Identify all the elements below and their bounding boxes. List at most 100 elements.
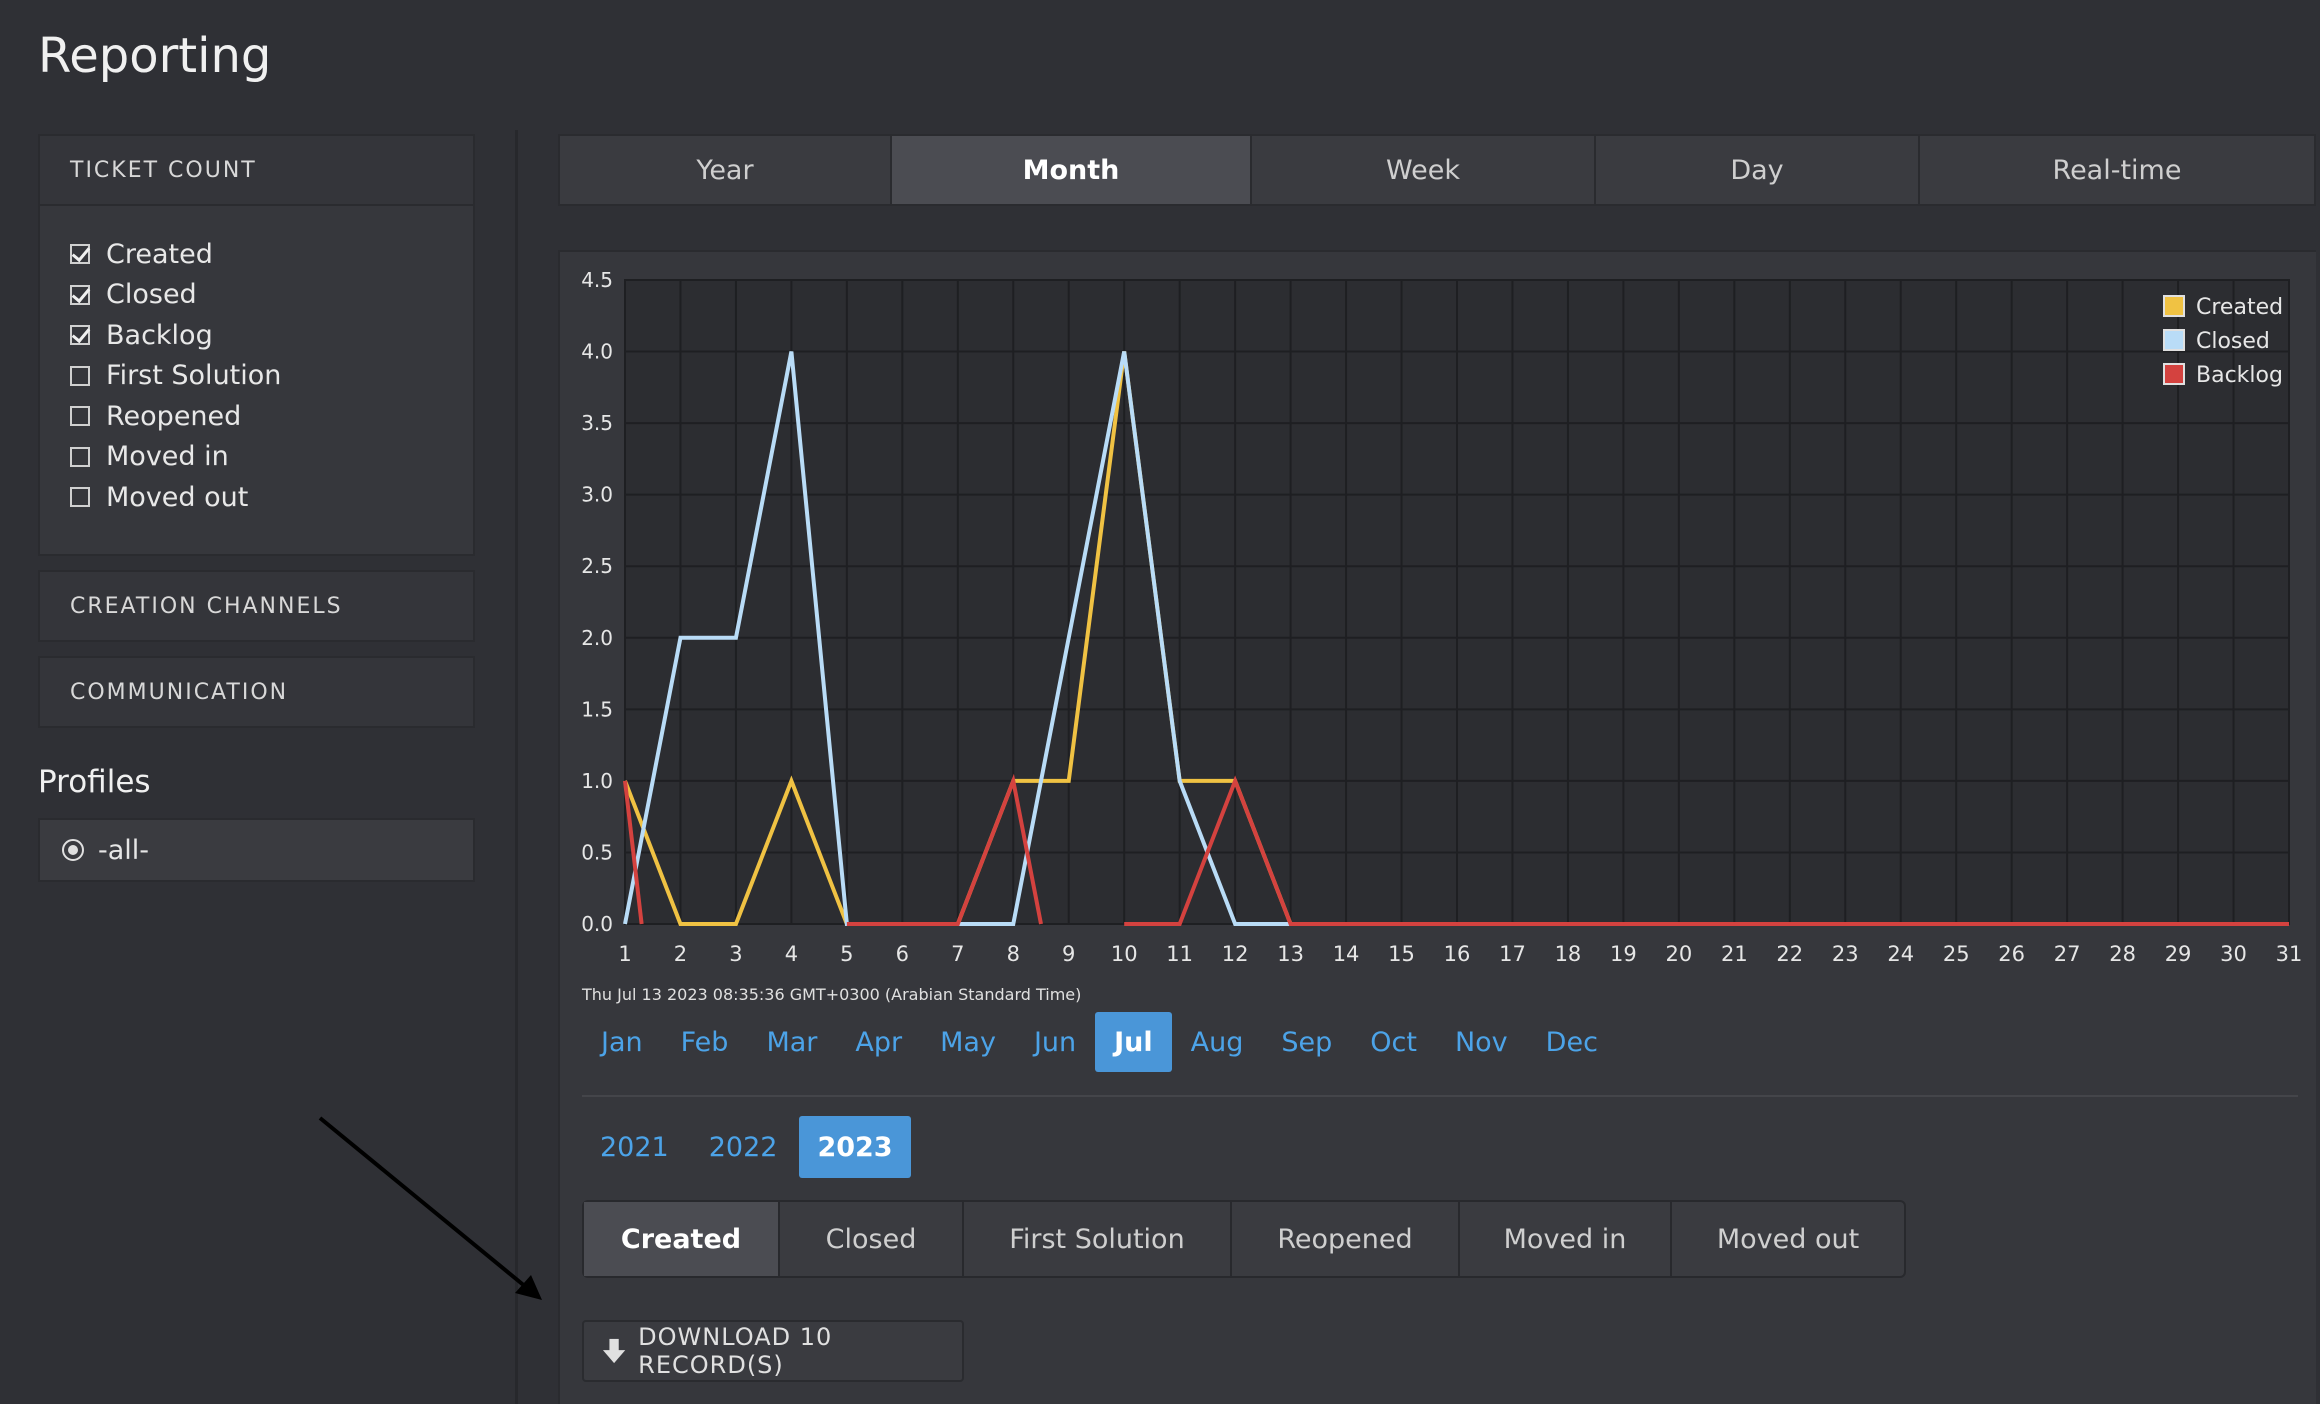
x-tick-label: 31 (2276, 942, 2303, 966)
page-title: Reporting (38, 28, 272, 84)
checkbox-unchecked-icon[interactable] (70, 446, 90, 467)
x-tick-label: 13 (1277, 942, 1304, 966)
legend-label: Closed (2196, 329, 2270, 354)
checkbox-label: Created (106, 238, 213, 270)
x-tick-label: 29 (2165, 942, 2192, 966)
x-tick-label: 15 (1388, 942, 1415, 966)
metric-tab-moved-out[interactable]: Moved out (1672, 1202, 1904, 1276)
month-jul[interactable]: Jul (1095, 1012, 1172, 1072)
legend-label: Created (2196, 295, 2283, 320)
communication-header[interactable]: COMMUNICATION (38, 656, 475, 728)
x-tick-label: 24 (1887, 942, 1914, 966)
x-tick-label: 5 (840, 942, 853, 966)
x-tick-label: 21 (1721, 942, 1748, 966)
tab-day[interactable]: Day (1596, 136, 1920, 204)
month-mar[interactable]: Mar (747, 1012, 836, 1072)
month-jun[interactable]: Jun (1015, 1012, 1095, 1072)
year-2023[interactable]: 2023 (799, 1116, 911, 1178)
checkbox-unchecked-icon[interactable] (70, 487, 90, 508)
legend-swatch-closed (2163, 329, 2185, 351)
sidebar: TICKET COUNT Created Closed Backlog Firs… (38, 134, 475, 882)
checkbox-created[interactable]: Created (70, 234, 443, 275)
tab-week[interactable]: Week (1252, 136, 1596, 204)
y-tick-label: 2.5 (581, 554, 613, 578)
month-oct[interactable]: Oct (1351, 1012, 1436, 1072)
x-tick-label: 14 (1333, 942, 1360, 966)
y-tick-label: 3.5 (581, 411, 613, 435)
line-chart: 0.00.51.01.52.02.53.03.54.04.51 2 3 4 5 6 7 8 9 1… (581, 268, 2303, 966)
x-tick-label: 20 (1665, 942, 1692, 966)
download-label: DOWNLOAD 10 RECORD(S) (638, 1323, 833, 1379)
x-tick-label: 4 (785, 942, 798, 966)
metric-tabs: Created Closed First Solution Reopened M… (582, 1200, 1906, 1278)
checkbox-reopened[interactable]: Reopened (70, 396, 443, 437)
tab-month[interactable]: Month (892, 136, 1252, 204)
year-2021[interactable]: 2021 (582, 1116, 687, 1178)
month-dec[interactable]: Dec (1527, 1012, 1617, 1072)
radio-selected-icon[interactable] (62, 839, 84, 861)
profile-option-all[interactable]: -all- (38, 818, 475, 882)
x-tick-label: 7 (951, 942, 964, 966)
checkbox-unchecked-icon[interactable] (70, 406, 90, 427)
checkbox-label: Moved in (106, 441, 229, 473)
x-tick-label: 26 (1998, 942, 2025, 966)
checkbox-closed[interactable]: Closed (70, 275, 443, 316)
y-tick-label: 1.0 (581, 769, 613, 793)
legend-label: Backlog (2196, 363, 2283, 388)
y-tick-label: 1.5 (581, 697, 613, 721)
checkbox-checked-icon[interactable] (70, 244, 90, 265)
ticket-count-header[interactable]: TICKET COUNT (38, 134, 475, 206)
annotation-arrow (318, 1116, 542, 1300)
download-records-button[interactable]: DOWNLOAD 10 RECORD(S) (582, 1320, 964, 1382)
x-tick-label: 10 (1111, 942, 1138, 966)
metric-tab-first-solution[interactable]: First Solution (964, 1202, 1232, 1276)
x-tick-label: 8 (1007, 942, 1020, 966)
legend-swatch-backlog (2163, 363, 2185, 385)
metric-tab-closed[interactable]: Closed (780, 1202, 964, 1276)
checkbox-checked-icon[interactable] (70, 284, 90, 305)
metric-tab-reopened[interactable]: Reopened (1232, 1202, 1460, 1276)
x-tick-label: 3 (729, 942, 742, 966)
checkbox-backlog[interactable]: Backlog (70, 315, 443, 356)
month-selector: Jan Feb Mar Apr May Jun Jul Aug Sep Oct … (582, 1012, 1617, 1072)
checkbox-first-solution[interactable]: First Solution (70, 356, 443, 397)
x-tick-label: 2 (674, 942, 687, 966)
year-selector: 2021 2022 2023 (582, 1116, 915, 1178)
x-tick-label: 16 (1444, 942, 1471, 966)
ticket-count-panel: Created Closed Backlog First Solution Re… (38, 206, 475, 556)
month-jan[interactable]: Jan (582, 1012, 662, 1072)
checkbox-label: Reopened (106, 400, 242, 432)
tab-year[interactable]: Year (560, 136, 892, 204)
month-aug[interactable]: Aug (1172, 1012, 1263, 1072)
y-tick-label: 2.0 (581, 626, 613, 650)
metric-tab-created[interactable]: Created (584, 1202, 780, 1276)
checkbox-moved-out[interactable]: Moved out (70, 477, 443, 518)
y-tick-label: 0.0 (581, 912, 613, 936)
period-tabs: Year Month Week Day Real-time (558, 134, 2316, 206)
x-tick-label: 25 (1943, 942, 1970, 966)
month-nov[interactable]: Nov (1436, 1012, 1527, 1072)
month-apr[interactable]: Apr (836, 1012, 921, 1072)
x-tick-label: 23 (1832, 942, 1859, 966)
profile-label: -all- (98, 834, 150, 866)
checkbox-checked-icon[interactable] (70, 325, 90, 346)
checkbox-label: First Solution (106, 360, 282, 392)
month-sep[interactable]: Sep (1262, 1012, 1351, 1072)
x-tick-label: 28 (2109, 942, 2136, 966)
x-tick-label: 18 (1555, 942, 1582, 966)
checkbox-label: Closed (106, 279, 197, 311)
month-may[interactable]: May (921, 1012, 1015, 1072)
download-icon (602, 1338, 626, 1364)
year-2022[interactable]: 2022 (691, 1116, 796, 1178)
chart-timestamp: Thu Jul 13 2023 08:35:36 GMT+0300 (Arabi… (582, 985, 1082, 1004)
metric-tab-moved-in[interactable]: Moved in (1460, 1202, 1672, 1276)
month-feb[interactable]: Feb (662, 1012, 748, 1072)
x-tick-label: 17 (1499, 942, 1526, 966)
checkbox-moved-in[interactable]: Moved in (70, 437, 443, 478)
creation-channels-header[interactable]: CREATION CHANNELS (38, 570, 475, 642)
tab-real-time[interactable]: Real-time (1920, 136, 2314, 204)
profiles-title: Profiles (38, 764, 151, 800)
checkbox-unchecked-icon[interactable] (70, 365, 90, 386)
y-tick-label: 4.0 (581, 340, 613, 364)
separator (582, 1095, 2298, 1097)
